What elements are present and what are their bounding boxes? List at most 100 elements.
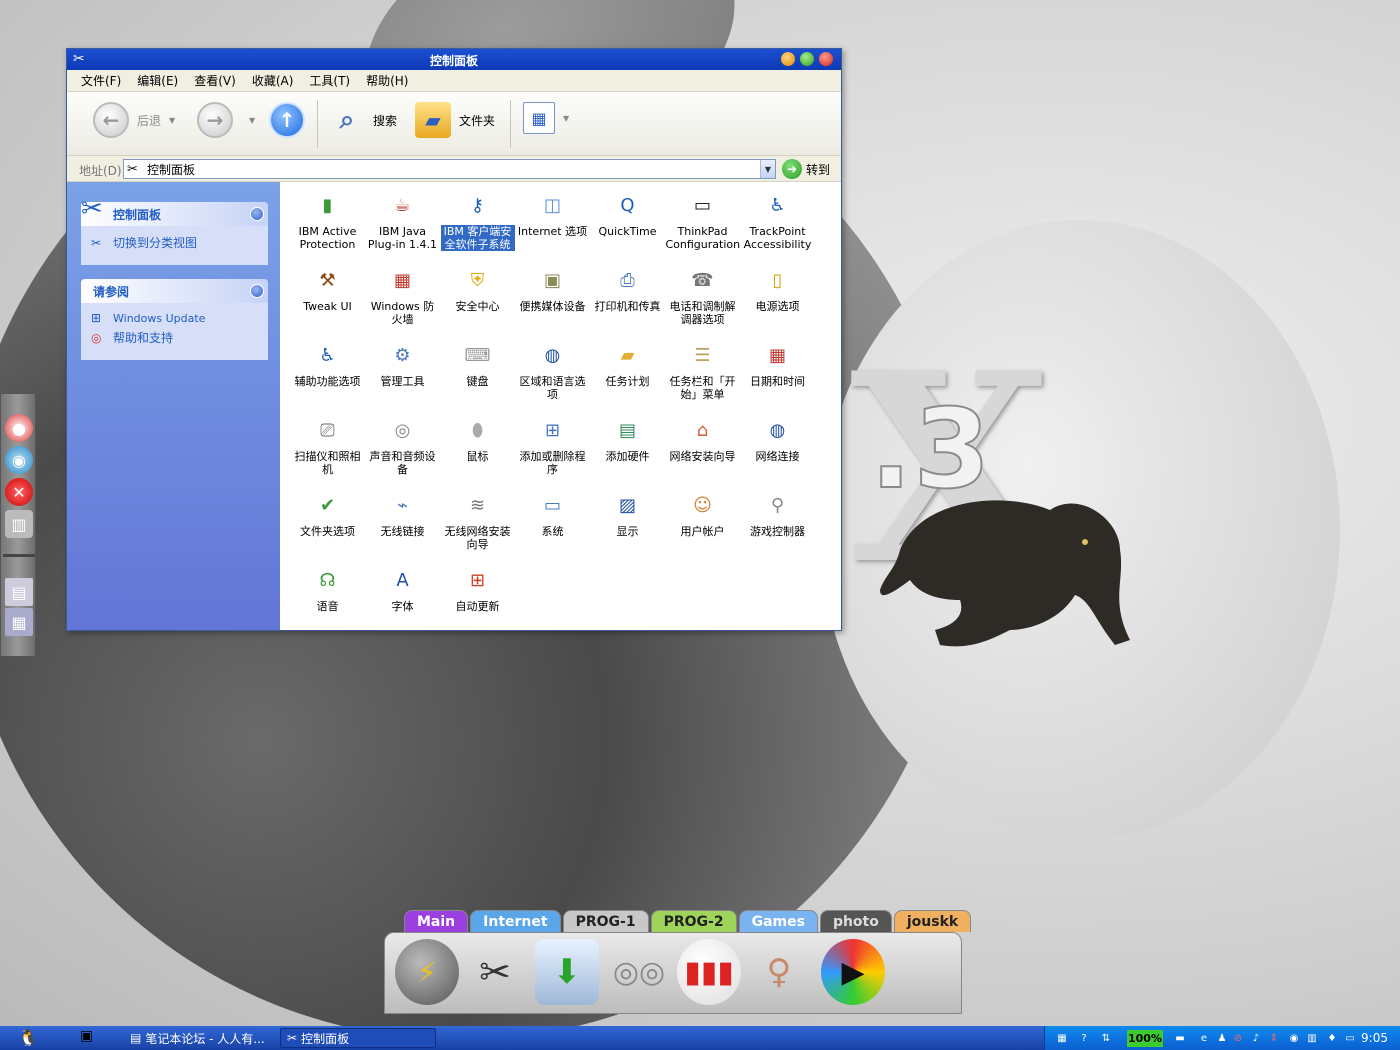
- chevron-down-icon[interactable]: ▼: [760, 160, 775, 178]
- search-button[interactable]: ⌕ 搜索: [329, 102, 397, 138]
- task-forum-button[interactable]: ▤ 笔记本论坛 - 人人有...: [124, 1028, 274, 1048]
- minimize-button[interactable]: [781, 52, 795, 66]
- security-shield-icon[interactable]: ♦: [1325, 1031, 1339, 1045]
- dock-tab-games[interactable]: Games: [738, 910, 818, 932]
- control-panel-item[interactable]: ▰ 任务计划: [590, 336, 665, 411]
- network-icon[interactable]: ⇅: [1099, 1031, 1113, 1045]
- start-button-icon[interactable]: 🐧: [18, 1028, 38, 1047]
- ie-icon[interactable]: e: [1197, 1031, 1211, 1045]
- menu-favorites[interactable]: 收藏(A): [252, 72, 294, 89]
- control-panel-item[interactable]: ≋ 无线网络安装向导: [440, 486, 515, 561]
- dock-tab-main[interactable]: Main: [404, 910, 469, 932]
- control-panel-item[interactable]: ▮ IBM Active Protection: [290, 186, 365, 261]
- control-panel-item[interactable]: ◍ 区域和语言选项: [515, 336, 590, 411]
- control-panel-box-header[interactable]: ✂ 控制面板: [81, 194, 268, 226]
- chevron-down-icon[interactable]: ▼: [169, 116, 175, 125]
- menu-help[interactable]: 帮助(H): [366, 72, 408, 89]
- control-panel-item[interactable]: ✔ 文件夹选项: [290, 486, 365, 561]
- quick-launch-icon[interactable]: ▣: [80, 1028, 93, 1044]
- close-button[interactable]: [819, 52, 833, 66]
- window-thumbnail-icon[interactable]: ▤: [5, 578, 33, 606]
- control-panel-item[interactable]: ♿ 辅助功能选项: [290, 336, 365, 411]
- antivirus-icon[interactable]: ⊘: [1231, 1031, 1245, 1045]
- control-panel-item[interactable]: ◍ 网络连接: [740, 411, 815, 486]
- control-panel-item[interactable]: ☕ IBM Java Plug-in 1.4.1: [365, 186, 440, 261]
- control-panel-item[interactable]: ⎚ 扫描仪和照相机: [290, 411, 365, 486]
- collapse-icon[interactable]: [250, 284, 264, 298]
- control-panel-item[interactable]: ⊞ 添加或删除程序: [515, 411, 590, 486]
- control-panel-icon[interactable]: ✂: [463, 939, 527, 1005]
- control-panel-item[interactable]: ♿ TrackPoint Accessibility: [740, 186, 815, 261]
- control-panel-item[interactable]: ⎙ 打印机和传真: [590, 261, 665, 336]
- dock-tab-internet[interactable]: Internet: [470, 910, 561, 932]
- control-panel-item[interactable]: ▦ 日期和时间: [740, 336, 815, 411]
- control-panel-item[interactable]: ⌁ 无线链接: [365, 486, 440, 561]
- title-bar[interactable]: ✂ 控制面板: [67, 49, 841, 70]
- power-icon[interactable]: ▬: [1173, 1031, 1187, 1045]
- arrows-icon[interactable]: ⇕: [1267, 1031, 1281, 1045]
- control-panel-item[interactable]: ▭ 系统: [515, 486, 590, 561]
- control-panel-item[interactable]: ⚙ 管理工具: [365, 336, 440, 411]
- dock-tab-prog-2[interactable]: PROG-2: [650, 910, 737, 932]
- display-tray-icon[interactable]: ▭: [1343, 1031, 1357, 1045]
- help-support-link[interactable]: ◎ 帮助和支持: [91, 329, 258, 346]
- control-panel-item[interactable]: ⌂ 网络安装向导: [665, 411, 740, 486]
- control-panel-item[interactable]: ⚷ IBM 客户端安全软件子系统: [440, 186, 515, 261]
- figure-icon[interactable]: ♀: [747, 939, 811, 1005]
- volume-icon[interactable]: ♪: [1249, 1031, 1263, 1045]
- control-panel-item[interactable]: ▤ 添加硬件: [590, 411, 665, 486]
- folders-button[interactable]: ▰ 文件夹: [415, 102, 495, 138]
- forward-button[interactable]: → ▼: [197, 102, 255, 138]
- up-button[interactable]: ↑: [269, 102, 305, 138]
- back-button[interactable]: ← 后退 ▼: [93, 102, 175, 138]
- control-panel-item[interactable]: A 字体: [365, 561, 440, 636]
- menu-view[interactable]: 查看(V): [194, 72, 236, 89]
- control-panel-item[interactable]: ☊ 语音: [290, 561, 365, 636]
- close-icon[interactable]: ✕: [5, 478, 33, 506]
- control-panel-item[interactable]: ▣ 便携媒体设备: [515, 261, 590, 336]
- control-panel-item[interactable]: ☰ 任务栏和「开始」菜单: [665, 336, 740, 411]
- signal-icon[interactable]: ▥: [1305, 1031, 1319, 1045]
- control-panel-item[interactable]: ⛨ 安全中心: [440, 261, 515, 336]
- dock-tab-photo[interactable]: photo: [819, 910, 892, 932]
- see-also-box-header[interactable]: 请参阅: [81, 279, 268, 303]
- dock-tab-jouskk[interactable]: jouskk: [893, 910, 972, 932]
- go-button[interactable]: ➜ 转到: [782, 159, 830, 179]
- control-panel-item[interactable]: ▨ 显示: [590, 486, 665, 561]
- switch-category-view-link[interactable]: ✂ 切换到分类视图: [91, 234, 258, 251]
- download-icon[interactable]: ⬇: [535, 939, 599, 1005]
- control-panel-item[interactable]: ▦ Windows 防火墙: [365, 261, 440, 336]
- battery-percent[interactable]: 100%: [1127, 1030, 1163, 1047]
- control-panel-item[interactable]: ▯ 电源选项: [740, 261, 815, 336]
- collapse-icon[interactable]: [250, 207, 264, 221]
- maximize-button[interactable]: [800, 52, 814, 66]
- control-panel-item[interactable]: ☺ 用户帐户: [665, 486, 740, 561]
- apple-menu-icon[interactable]: ●: [5, 414, 33, 442]
- qq-icon[interactable]: ♟: [1215, 1031, 1229, 1045]
- control-panel-item[interactable]: ⊞ 自动更新: [440, 561, 515, 636]
- disk-icon[interactable]: ◉: [1287, 1031, 1301, 1045]
- control-panel-item[interactable]: ⚲ 游戏控制器: [740, 486, 815, 561]
- chevron-down-icon[interactable]: ▼: [249, 116, 255, 125]
- control-panel-item[interactable]: ◎ 声音和音频设备: [365, 411, 440, 486]
- control-panel-item[interactable]: ⌨ 键盘: [440, 336, 515, 411]
- lightning-icon[interactable]: ⚡: [395, 939, 459, 1005]
- window-stack-icon[interactable]: ▦: [5, 608, 33, 636]
- control-panel-item[interactable]: ⬮ 鼠标: [440, 411, 515, 486]
- task-control-panel-button[interactable]: ✂ 控制面板: [280, 1028, 436, 1048]
- menu-edit[interactable]: 编辑(E): [137, 72, 178, 89]
- media-player-icon[interactable]: ▶: [821, 939, 885, 1005]
- dock-tab-prog-1[interactable]: PROG-1: [562, 910, 649, 932]
- control-panel-item[interactable]: ⚒ Tweak UI: [290, 261, 365, 336]
- control-panel-item[interactable]: Q QuickTime: [590, 186, 665, 261]
- help-icon[interactable]: ?: [1077, 1031, 1091, 1045]
- chevron-down-icon[interactable]: ▼: [563, 114, 569, 123]
- views-button[interactable]: ▦ ▼: [523, 102, 569, 134]
- menu-tools[interactable]: 工具(T): [309, 72, 350, 89]
- keyboard-icon[interactable]: ▦: [1055, 1031, 1069, 1045]
- control-panel-item[interactable]: ☎ 电话和调制解调器选项: [665, 261, 740, 336]
- browser-icon[interactable]: ◉: [5, 446, 33, 474]
- address-field[interactable]: ✂ 控制面板 ▼: [123, 159, 776, 179]
- menu-file[interactable]: 文件(F): [81, 72, 121, 89]
- audio-player-icon[interactable]: ▮▮▮: [677, 939, 741, 1005]
